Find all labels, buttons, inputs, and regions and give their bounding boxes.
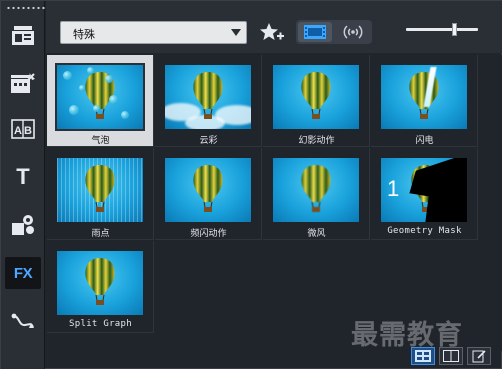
effect-item[interactable]: 气泡 bbox=[47, 55, 154, 147]
effect-thumbnail bbox=[57, 251, 143, 315]
effects-grid: 气泡 云彩 幻影动作 闪电 雨点 频闪动作 微风 1 Geometry Mask… bbox=[47, 55, 502, 351]
library-toolbar: 特殊 bbox=[46, 1, 502, 53]
audio-wave-icon bbox=[343, 25, 363, 39]
sidebar-item-graphics[interactable] bbox=[5, 209, 41, 241]
thumbnail-view-icon bbox=[415, 350, 431, 362]
sidebar-item-path[interactable] bbox=[5, 305, 41, 337]
bubble-shape bbox=[105, 75, 113, 83]
hot-air-balloon-icon bbox=[85, 165, 115, 212]
bubble-shape bbox=[79, 85, 85, 91]
effect-thumbnail bbox=[273, 158, 359, 222]
effect-item[interactable]: Split Graph bbox=[47, 241, 154, 333]
list-view-icon bbox=[443, 350, 459, 362]
balloon-graphic bbox=[191, 164, 225, 218]
edit-icon bbox=[472, 350, 486, 363]
instant-project-icon bbox=[11, 73, 35, 93]
hot-air-balloon-icon bbox=[301, 165, 331, 212]
bubble-shape bbox=[109, 95, 118, 104]
view-mode-bar bbox=[411, 347, 501, 367]
chevron-down-icon bbox=[231, 29, 241, 36]
effect-item[interactable]: 1 Geometry Mask bbox=[371, 148, 478, 240]
fx-icon: FX bbox=[13, 264, 33, 282]
sidebar-item-title[interactable]: T bbox=[5, 161, 41, 193]
effect-label: 雨点 bbox=[91, 229, 110, 239]
motion-path-icon bbox=[11, 313, 34, 328]
show-audio-filters-button[interactable] bbox=[336, 22, 370, 42]
svg-text:B: B bbox=[24, 125, 32, 137]
hot-air-balloon-icon bbox=[85, 258, 115, 305]
effect-thumbnail bbox=[165, 158, 251, 222]
edit-button[interactable] bbox=[467, 347, 491, 365]
effect-label: 微风 bbox=[307, 229, 326, 239]
media-type-toggle bbox=[296, 20, 372, 44]
effect-label: 闪电 bbox=[415, 136, 434, 146]
effect-item[interactable]: 频闪动作 bbox=[155, 148, 262, 240]
effect-item[interactable]: 幻影动作 bbox=[263, 55, 370, 147]
svg-text:A: A bbox=[14, 125, 22, 137]
media-library-icon bbox=[12, 26, 34, 45]
effect-item[interactable]: 云彩 bbox=[155, 55, 262, 147]
hot-air-balloon-icon bbox=[193, 165, 223, 212]
show-video-filters-button[interactable] bbox=[298, 22, 332, 42]
bubble-shape bbox=[121, 111, 129, 119]
sidebar-item-media[interactable] bbox=[5, 19, 41, 51]
hot-air-balloon-icon bbox=[193, 72, 223, 119]
balloon-graphic bbox=[83, 164, 117, 218]
effect-item[interactable]: 雨点 bbox=[47, 148, 154, 240]
effect-label: 云彩 bbox=[199, 136, 218, 146]
balloon-graphic bbox=[299, 71, 333, 125]
hot-air-balloon-icon bbox=[409, 72, 439, 119]
geometry-digit: 1 bbox=[387, 176, 400, 201]
hot-air-balloon-icon bbox=[301, 72, 331, 119]
effects-library-window: A B T FX 特殊 气泡 云彩 幻影动作 闪电 雨点 频闪动作 微风 1 G… bbox=[0, 0, 502, 369]
bubble-shape bbox=[87, 67, 94, 74]
list-view-button[interactable] bbox=[439, 347, 463, 365]
transition-icon: A B bbox=[11, 119, 35, 139]
bubble-shape bbox=[63, 71, 72, 80]
title-icon: T bbox=[16, 164, 30, 189]
bubble-shape bbox=[69, 105, 79, 115]
balloon-graphic bbox=[191, 71, 225, 125]
thumbnail-size-slider[interactable] bbox=[406, 23, 478, 36]
sidebar-item-filter[interactable]: FX bbox=[5, 257, 41, 289]
category-dropdown[interactable]: 特殊 bbox=[60, 21, 247, 44]
effect-label: Geometry Mask bbox=[387, 226, 462, 236]
effect-item[interactable]: 微风 bbox=[263, 148, 370, 240]
effect-label: 频闪动作 bbox=[190, 229, 227, 239]
effect-item[interactable]: 闪电 bbox=[371, 55, 478, 147]
effect-thumbnail bbox=[165, 65, 251, 129]
graphics-icon bbox=[12, 215, 34, 235]
filmstrip-icon bbox=[304, 25, 326, 39]
effect-thumbnail bbox=[55, 63, 145, 131]
star-plus-icon bbox=[260, 23, 284, 40]
effect-thumbnail: 1 bbox=[381, 158, 467, 222]
effect-thumbnail bbox=[381, 65, 467, 129]
slider-handle[interactable] bbox=[452, 23, 457, 36]
add-to-favorites-button[interactable] bbox=[258, 20, 286, 46]
effect-thumbnail bbox=[57, 158, 143, 222]
left-sidebar: A B T FX bbox=[1, 1, 52, 369]
effect-label: 气泡 bbox=[91, 136, 110, 146]
sidebar-item-transition[interactable]: A B bbox=[5, 113, 41, 145]
thumbnail-view-button[interactable] bbox=[411, 347, 435, 365]
sidebar-item-instant-project[interactable] bbox=[5, 67, 41, 99]
effect-label: 幻影动作 bbox=[298, 136, 335, 146]
balloon-graphic bbox=[299, 164, 333, 218]
bubble-shape bbox=[93, 105, 100, 112]
category-selected-value: 特殊 bbox=[73, 28, 95, 41]
effect-thumbnail bbox=[273, 65, 359, 129]
balloon-graphic bbox=[83, 257, 117, 311]
effect-label: Split Graph bbox=[69, 319, 132, 329]
